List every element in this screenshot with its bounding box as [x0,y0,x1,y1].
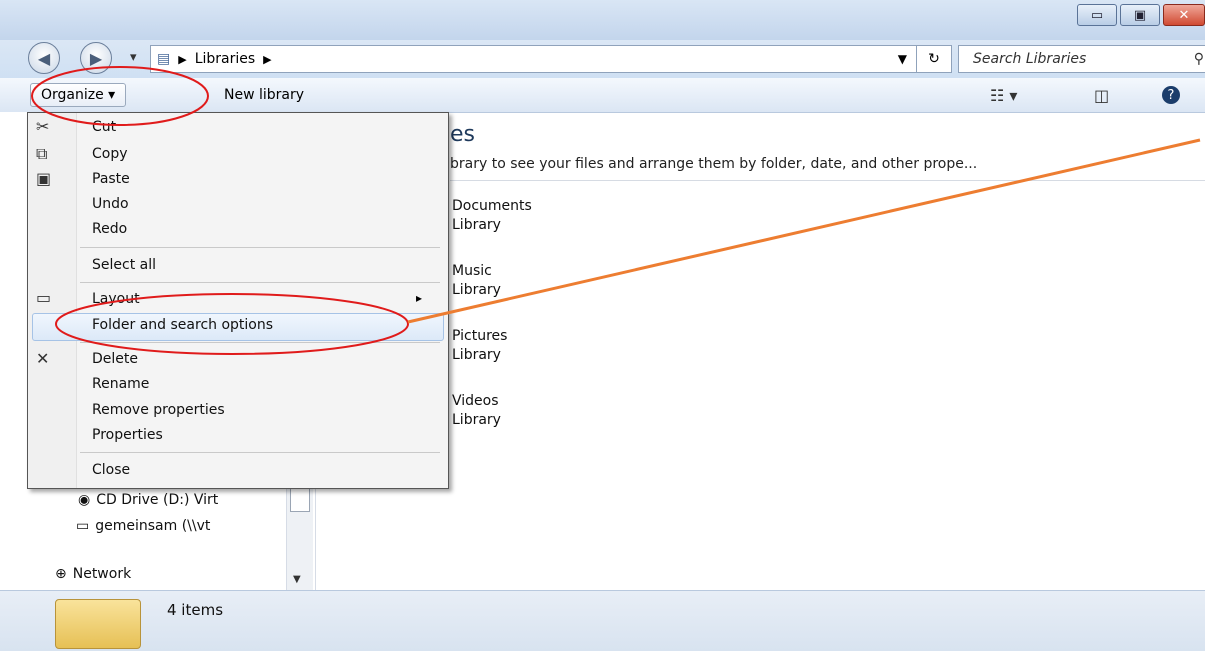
breadcrumb-arrow-icon: ▶ [178,52,187,66]
menu-separator [80,282,440,283]
refresh-button[interactable]: ↻ [916,46,951,72]
library-videos[interactable]: Videos Library [452,392,501,430]
nav-item-network-drive[interactable]: ▭ gemeinsam (\\vt [76,518,210,534]
layout-icon: ▭ [36,288,52,307]
status-bar: 4 items [0,590,1205,651]
library-name: Videos [452,393,499,409]
menu-separator [80,342,440,343]
organize-menu: ✂ Cut ⧉ Copy ▣ Paste Undo Redo Select al… [27,112,449,489]
library-pictures[interactable]: Pictures Library [452,327,507,365]
nav-item-label: CD Drive (D:) Virt [96,492,219,508]
nav-item-cd-drive[interactable]: ◉ CD Drive (D:) Virt [78,492,218,508]
recent-pages-dropdown[interactable]: ▾ [130,50,137,65]
window-controls: ▭ ▣ ✕ [1077,4,1205,26]
menu-item-undo[interactable]: Undo [92,196,129,212]
address-row: ◀ ▶ ▾ ▤ ▶ Libraries ▶ ▼ ↻ Search Librari… [0,40,1205,78]
library-type: Library [452,282,501,298]
menu-separator [80,247,440,248]
search-icon[interactable]: ⚲ [1194,51,1204,67]
library-music[interactable]: Music Library [452,262,501,300]
library-name: Music [452,263,492,279]
close-window-button[interactable]: ✕ [1163,4,1205,26]
divider [450,180,1205,181]
menu-item-select-all[interactable]: Select all [92,257,156,273]
network-drive-icon: ▭ [76,518,90,534]
nav-item-label: Network [72,566,132,582]
item-count: 4 items [167,601,224,619]
search-input[interactable]: Search Libraries [973,51,1086,67]
libraries-folder-icon: ▤ [157,51,171,67]
change-view-icon[interactable]: ☷ ▾ [990,86,1017,105]
organize-button[interactable]: Organize ▾ [30,83,127,107]
menu-item-properties[interactable]: Properties [92,427,163,443]
address-dropdown-icon[interactable]: ▼ [898,52,907,66]
menu-item-delete[interactable]: Delete [92,351,138,367]
copy-icon: ⧉ [36,144,48,163]
library-type: Library [452,412,501,428]
menu-item-rename[interactable]: Rename [92,376,149,392]
network-icon: ⊕ [55,566,67,582]
menu-separator [80,452,440,453]
library-type: Library [452,217,501,233]
page-title: es [450,122,475,147]
nav-item-network[interactable]: ⊕ Network [55,566,131,582]
preview-pane-icon[interactable]: ◫ [1094,86,1109,105]
maximize-button[interactable]: ▣ [1120,4,1160,26]
library-documents[interactable]: Documents Library [452,197,532,235]
menu-item-close[interactable]: Close [92,462,130,478]
breadcrumb-libraries[interactable]: Libraries [195,51,255,67]
menu-item-folder-and-search-options[interactable]: Folder and search options [92,317,273,333]
forward-button[interactable]: ▶ [80,42,112,74]
library-type: Library [452,347,501,363]
menu-item-cut[interactable]: Cut [92,119,116,135]
page-description: brary to see your files and arrange them… [450,156,978,172]
address-bar[interactable]: ▤ ▶ Libraries ▶ ▼ ↻ [150,45,952,73]
menu-item-remove-properties[interactable]: Remove properties [92,402,225,418]
cd-drive-icon: ◉ [78,492,91,508]
menu-item-copy[interactable]: Copy [92,146,128,162]
nav-item-label: gemeinsam (\\vt [95,518,211,534]
delete-icon: ✕ [36,349,50,368]
explorer-window: ▭ ▣ ✕ ◀ ▶ ▾ ▤ ▶ Libraries ▶ ▼ ↻ Search L… [0,0,1205,651]
menu-item-layout[interactable]: Layout [92,291,140,307]
search-box[interactable]: Search Libraries ⚲ [958,45,1205,73]
library-name: Pictures [452,328,508,344]
new-library-button[interactable]: New library [224,87,304,103]
minimize-button[interactable]: ▭ [1077,4,1117,26]
menu-item-redo[interactable]: Redo [92,221,127,237]
submenu-arrow-icon: ▸ [416,291,423,305]
library-name: Documents [452,198,532,214]
menu-item-paste[interactable]: Paste [92,171,130,187]
command-bar: Organize ▾ New library ☷ ▾ ◫ ? [0,78,1205,113]
paste-icon: ▣ [36,169,52,188]
title-bar: ▭ ▣ ✕ [0,0,1205,40]
scroll-down-arrow-icon[interactable]: ▼ [293,574,301,585]
cut-icon: ✂ [36,117,50,136]
back-button[interactable]: ◀ [28,42,60,74]
libraries-folder-icon [55,599,141,649]
help-icon[interactable]: ? [1162,86,1180,104]
breadcrumb-arrow-icon[interactable]: ▶ [263,53,271,66]
